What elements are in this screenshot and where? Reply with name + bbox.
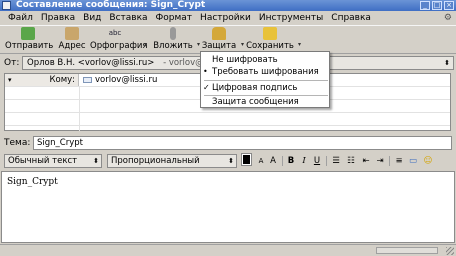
text-color-picker[interactable] <box>241 153 252 166</box>
chevron-updown-icon: ⬍ <box>444 59 450 67</box>
menu-item-digital-signature[interactable]: ✓ Цифровая подпись <box>201 82 329 94</box>
italic-button[interactable]: I <box>299 155 309 167</box>
checkmark-icon: ✓ <box>203 83 210 92</box>
main-toolbar: Отправить Адрес abc Орфография ▾ Вложить… <box>0 25 456 54</box>
chevron-down-icon[interactable]: ▾ <box>241 41 244 48</box>
recipient-type-select[interactable]: ▾ Кому: <box>5 74 79 86</box>
message-body[interactable]: Sign_Crypt <box>1 171 455 243</box>
numbered-list-icon[interactable]: ☷ <box>345 155 357 167</box>
menu-bar: Файл Правка Вид Вставка Формат Настройки… <box>0 11 456 25</box>
recipient-address[interactable]: vorlov@lissi.ru <box>83 74 157 86</box>
send-icon <box>21 27 35 40</box>
save-button[interactable]: Сохранить ▾ <box>246 27 301 54</box>
progress-bar <box>376 247 438 254</box>
menu-file[interactable]: Файл <box>4 11 37 25</box>
subject-label: Тема: <box>4 138 31 148</box>
text-larger-button[interactable]: A <box>268 155 278 167</box>
indent-icon[interactable]: ⇥ <box>374 155 386 167</box>
title-bar: Составление сообщения: Sign_Crypt _ □ × <box>0 0 456 11</box>
menu-item-require-encryption[interactable]: • Требовать шифрования <box>201 66 329 78</box>
format-toolbar: Обычный текст ⬍ Пропорциональный ⬍ A A B… <box>0 153 456 169</box>
address-book-icon <box>65 27 79 40</box>
outdent-icon[interactable]: ⇤ <box>360 155 372 167</box>
chevron-down-icon[interactable]: ▾ <box>298 41 301 48</box>
body-text: Sign_Crypt <box>7 177 58 187</box>
security-menu: Не шифровать • Требовать шифрования ✓ Ци… <box>200 51 330 108</box>
font-select[interactable]: Пропорциональный ⬍ <box>107 154 237 168</box>
maximize-icon[interactable]: □ <box>432 1 442 10</box>
chevron-down-icon[interactable]: ▾ <box>144 41 147 48</box>
menu-view[interactable]: Вид <box>79 11 105 25</box>
bold-button[interactable]: B <box>286 155 296 167</box>
status-bar <box>0 244 456 256</box>
contact-icon <box>83 76 92 83</box>
chevron-updown-icon: ⬍ <box>228 157 234 165</box>
align-icon[interactable]: ≡ <box>393 155 405 167</box>
lock-icon <box>212 27 226 40</box>
menu-settings[interactable]: Настройки <box>196 11 255 25</box>
menu-item-no-encryption[interactable]: Не шифровать <box>201 54 329 66</box>
menu-item-message-security[interactable]: Защита сообщения <box>201 96 329 108</box>
paragraph-style-select[interactable]: Обычный текст ⬍ <box>4 154 102 168</box>
menu-insert[interactable]: Вставка <box>105 11 151 25</box>
insert-icon[interactable]: ▭ <box>407 155 419 167</box>
menu-tools[interactable]: Инструменты <box>255 11 327 25</box>
spelling-button[interactable]: abc Орфография ▾ <box>90 27 148 54</box>
chevron-down-icon: ▾ <box>8 76 12 84</box>
send-button[interactable]: Отправить <box>5 27 53 54</box>
underline-button[interactable]: U <box>312 155 322 167</box>
menu-edit[interactable]: Правка <box>37 11 79 25</box>
from-value: Орлов В.Н. <vorlov@lissi.ru> <box>27 58 155 68</box>
close-icon[interactable]: × <box>444 1 454 10</box>
save-icon <box>263 27 277 40</box>
subject-input[interactable]: Sign_Crypt <box>33 136 452 150</box>
address-button[interactable]: Адрес <box>57 27 87 54</box>
from-label: От: <box>4 58 20 68</box>
activity-gear-icon: ⚙ <box>443 13 452 23</box>
bullet-list-icon[interactable]: ☰ <box>330 155 342 167</box>
chevron-updown-icon: ⬍ <box>93 157 99 165</box>
resize-grip-icon[interactable] <box>446 247 454 255</box>
radio-dot-icon: • <box>203 67 208 76</box>
recipient-row[interactable] <box>5 113 450 126</box>
smiley-icon[interactable]: ☺ <box>421 155 435 167</box>
attach-button[interactable]: Вложить ▾ <box>153 27 200 54</box>
menu-format[interactable]: Формат <box>152 11 197 25</box>
spelling-icon: abc <box>108 29 122 37</box>
paperclip-icon <box>170 27 176 40</box>
window-title: Составление сообщения: Sign_Crypt <box>16 0 206 10</box>
minimize-icon[interactable]: _ <box>420 1 430 10</box>
chevron-down-icon[interactable]: ▾ <box>197 41 200 48</box>
menu-help[interactable]: Справка <box>327 11 375 25</box>
text-smaller-button[interactable]: A <box>256 155 266 167</box>
subject-row: Тема: Sign_Crypt <box>0 136 456 150</box>
app-icon <box>2 1 11 10</box>
security-button[interactable]: Защита ▾ <box>201 27 244 54</box>
